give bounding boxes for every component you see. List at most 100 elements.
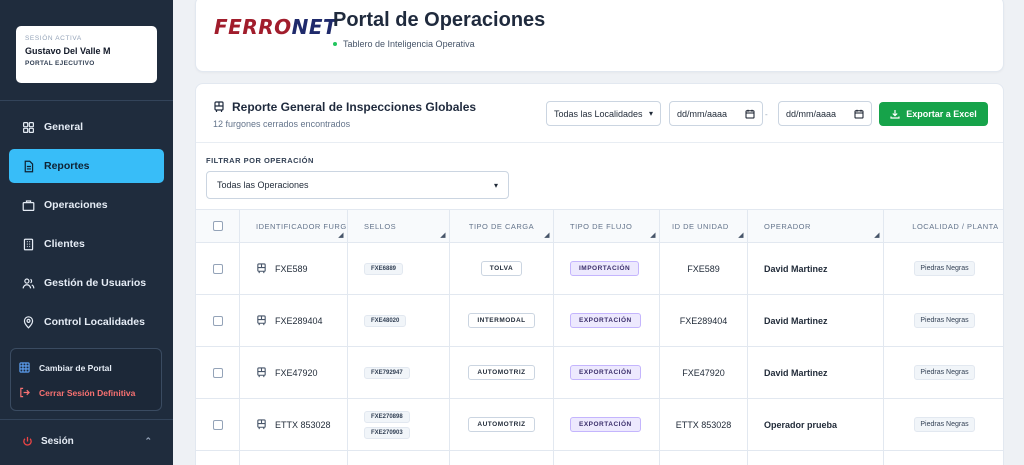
flow-type-badge: IMPORTACIÓN xyxy=(570,261,640,276)
grid-icon xyxy=(19,362,30,373)
table-row[interactable]: FXE47920 FXE792947 AUTOMOTRIZ EXPORTACIÓ… xyxy=(196,347,1003,399)
row-checkbox[interactable] xyxy=(212,367,223,378)
table-row[interactable]: ETTX 853028 FXE270898 FXE270903 AUTOMOTR… xyxy=(196,399,1003,451)
cargo-type-badge: AUTOMOTRIZ xyxy=(468,365,535,380)
resize-handle-icon[interactable]: ◢ xyxy=(650,231,656,239)
filter-label: FILTRAR POR OPERACIÓN xyxy=(206,156,314,165)
briefcase-icon xyxy=(22,199,35,212)
truck-icon xyxy=(256,367,267,378)
column-header-unit[interactable]: ID DE UNIDAD ◢ xyxy=(660,210,748,242)
change-portal-label: Cambiar de Portal xyxy=(39,362,112,373)
map-pin-icon xyxy=(22,315,35,329)
sidebar-nav: General Reportes Operaciones Clientes Ge… xyxy=(9,110,164,344)
date-to-input[interactable]: dd/mm/aaaa xyxy=(778,101,872,126)
unit-id: FXE47920 xyxy=(682,367,725,378)
export-excel-button[interactable]: Exportar a Excel xyxy=(879,102,988,126)
column-header-seals[interactable]: SELLOS ◢ xyxy=(348,210,450,242)
sidebar-item-usuarios[interactable]: Gestión de Usuarios xyxy=(9,266,164,300)
session-menu-label: Sesión xyxy=(41,436,74,447)
furgon-id: FXE47920 xyxy=(275,367,318,378)
download-icon xyxy=(890,109,900,119)
sidebar-item-label: Control Localidades xyxy=(44,316,145,328)
portal-box: Cambiar de Portal Cerrar Sesión Definiti… xyxy=(10,348,162,411)
location-badge: Piedras Negras xyxy=(914,313,975,328)
truck-icon xyxy=(213,101,225,113)
select-all-checkbox[interactable] xyxy=(212,221,223,231)
session-menu-button[interactable]: Sesión ⌃ xyxy=(22,436,152,447)
furgon-id: FXE589 xyxy=(275,263,308,274)
row-checkbox[interactable] xyxy=(212,263,223,274)
resize-handle-icon[interactable]: ◢ xyxy=(738,231,744,239)
cargo-type-badge: AUTOMOTRIZ xyxy=(468,417,535,432)
column-header-cargo[interactable]: TIPO DE CARGA ◢ xyxy=(450,210,554,242)
table-row[interactable]: FXE589 FXE6889 TOLVA IMPORTACIÓN FXE589 … xyxy=(196,243,1003,295)
brand-logo: FERRONET xyxy=(214,15,338,39)
column-header-location[interactable]: LOCALIDAD / PLANTA xyxy=(884,210,1003,242)
operation-filter-select[interactable]: Todas las Operaciones ▾ xyxy=(206,171,509,199)
page-title: Portal de Operaciones xyxy=(333,9,546,31)
sidebar-item-general[interactable]: General xyxy=(9,110,164,144)
user-name: Gustavo Del Valle M xyxy=(25,46,111,56)
table-row[interactable]: FXE289404 FXE48020 INTERMODAL EXPORTACIÓ… xyxy=(196,295,1003,347)
sidebar-item-clientes[interactable]: Clientes xyxy=(9,227,164,261)
result-count: 12 furgones cerrados encontrados xyxy=(213,119,351,129)
flow-type-badge: EXPORTACIÓN xyxy=(570,417,641,432)
date-separator: - xyxy=(765,110,768,119)
header-card: FERRONET Portal de Operaciones Tablero d… xyxy=(195,0,1004,72)
chevron-down-icon: ▾ xyxy=(648,109,653,118)
grid-icon xyxy=(22,121,35,134)
location-select[interactable]: Todas las Localidades ▾ xyxy=(546,101,661,126)
resize-handle-icon[interactable]: ◢ xyxy=(440,231,446,239)
session-label: SESIÓN ACTIVA xyxy=(25,35,82,42)
column-header-operator[interactable]: OPERADOR ◢ xyxy=(748,210,884,242)
change-portal-button[interactable]: Cambiar de Portal xyxy=(19,355,153,380)
table-header: IDENTIFICADOR FURGÓN◢ SELLOS◢ TIPO DE CA… xyxy=(196,209,1003,243)
operator-name: David Martinez xyxy=(764,367,828,378)
inspections-table: IDENTIFICADOR FURGÓN◢ SELLOS◢ TIPO DE CA… xyxy=(196,209,1003,465)
seal-badge: FXE6889 xyxy=(364,262,404,275)
sidebar-item-label: Operaciones xyxy=(44,199,108,211)
row-checkbox[interactable] xyxy=(212,315,223,326)
seal-badge: FXE270903 xyxy=(364,426,410,439)
resize-handle-icon[interactable]: ◢ xyxy=(544,231,550,239)
building-icon xyxy=(22,238,35,251)
calendar-icon xyxy=(854,109,864,119)
operator-name: David Martinez xyxy=(764,315,828,326)
flow-type-badge: EXPORTACIÓN xyxy=(570,365,641,380)
chevron-updown-icon: ⌃ xyxy=(144,436,152,446)
operator-name: Operador prueba xyxy=(764,419,838,430)
logout-button[interactable]: Cerrar Sesión Definitiva xyxy=(19,380,153,405)
calendar-icon xyxy=(745,109,755,119)
column-header-id[interactable]: IDENTIFICADOR FURGÓN◢ xyxy=(240,210,348,242)
report-card: Reporte General de Inspecciones Globales… xyxy=(195,83,1004,465)
logout-icon xyxy=(19,387,30,398)
operator-name: David Martinez xyxy=(764,263,828,274)
truck-icon xyxy=(256,263,267,274)
cargo-type-badge: INTERMODAL xyxy=(468,313,535,328)
column-header-flow[interactable]: TIPO DE FLUJO ◢ xyxy=(554,210,660,242)
seal-badge: FXE48020 xyxy=(364,314,407,327)
truck-icon xyxy=(256,315,267,326)
seal-badge: FXE270898 xyxy=(364,410,410,423)
sidebar-item-label: Clientes xyxy=(44,238,85,250)
sidebar-item-operaciones[interactable]: Operaciones xyxy=(9,188,164,222)
furgon-id: FXE289404 xyxy=(275,315,323,326)
truck-icon xyxy=(256,419,267,430)
sidebar-item-localidades[interactable]: Control Localidades xyxy=(9,305,164,339)
sidebar-item-reportes[interactable]: Reportes xyxy=(9,149,164,183)
unit-id: FXE589 xyxy=(687,263,720,274)
table-row[interactable] xyxy=(196,451,1003,465)
sidebar: SESIÓN ACTIVA Gustavo Del Valle M PORTAL… xyxy=(0,0,173,465)
unit-id: ETTX 853028 xyxy=(675,419,732,430)
date-from-input[interactable]: dd/mm/aaaa xyxy=(669,101,763,126)
location-badge: Piedras Negras xyxy=(914,365,975,380)
cargo-type-badge: TOLVA xyxy=(480,261,523,276)
sidebar-item-label: General xyxy=(44,121,84,133)
flow-type-badge: EXPORTACIÓN xyxy=(570,313,641,328)
select-all-cell xyxy=(196,210,240,242)
resize-handle-icon[interactable]: ◢ xyxy=(338,231,344,239)
row-checkbox[interactable] xyxy=(212,419,223,430)
resize-handle-icon[interactable]: ◢ xyxy=(874,231,880,239)
logout-label: Cerrar Sesión Definitiva xyxy=(39,387,136,398)
unit-id: FXE289404 xyxy=(679,315,728,326)
